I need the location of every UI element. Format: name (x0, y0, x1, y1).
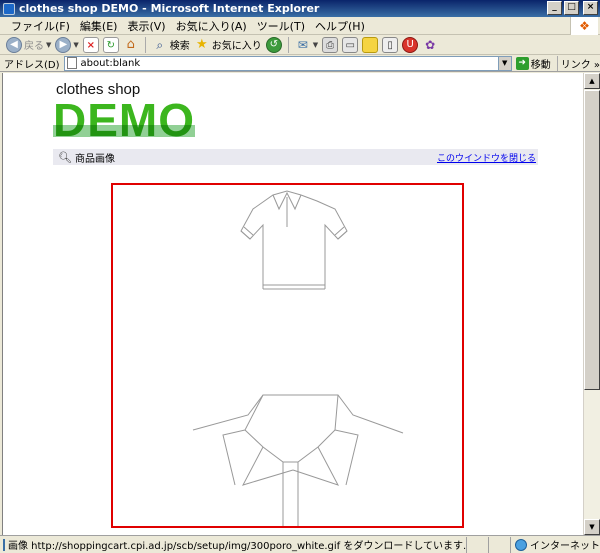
favorites-button[interactable]: ★ お気に入り (194, 36, 262, 54)
menu-tools[interactable]: ツール(T) (252, 18, 310, 34)
edit-button[interactable]: ▭ (342, 36, 359, 54)
standard-toolbar: ◀ 戻る ▼ ▶ ▼ × ↻ ⌂ ⌕ 検索 ★ お気に入り ↺ ✉ ▼ ⎙ ▭ … (0, 35, 600, 55)
phone-icon: ▯ (382, 36, 399, 53)
go-label: 移動 (530, 59, 551, 71)
discuss-button[interactable] (362, 36, 379, 54)
scroll-down-icon[interactable]: ▼ (584, 519, 600, 535)
logo-title: DEMO (53, 94, 195, 146)
menu-bar: ファイル(F) 編集(E) 表示(V) お気に入り(A) ツール(T) ヘルプ(… (0, 17, 600, 35)
favorites-label: お気に入り (211, 41, 262, 52)
forward-dropdown-icon[interactable]: ▼ (73, 41, 78, 49)
search-icon: ⌕ (156, 37, 164, 52)
close-button[interactable]: × (583, 1, 598, 15)
mail-icon: ✉ (297, 37, 308, 52)
status-bar: 画像 http://shoppingcart.cpi.ad.jp/scb/set… (0, 535, 600, 553)
history-button[interactable]: ↺ (265, 36, 282, 54)
window-controls: _ □ × (547, 1, 598, 15)
polo-shirt-image (192, 190, 404, 526)
research-button[interactable]: ✿ (422, 36, 438, 54)
product-image-bar: 🔍︎ 商品画像 このウインドウを閉じる (53, 149, 538, 165)
windows-logo-icon: ❖ (570, 17, 598, 35)
back-label: 戻る (24, 41, 44, 52)
minimize-button[interactable]: _ (547, 1, 562, 15)
product-image-label: 商品画像 (74, 153, 115, 165)
address-dropdown-icon[interactable]: ▼ (497, 56, 511, 70)
mail-dropdown-icon[interactable]: ▼ (313, 41, 318, 49)
history-icon: ↺ (265, 36, 282, 53)
menu-favorites[interactable]: お気に入り(A) (171, 18, 252, 34)
menu-view[interactable]: 表示(V) (122, 18, 170, 34)
edit-icon: ▭ (342, 36, 359, 53)
research-icon: ✿ (425, 37, 436, 52)
address-label: アドレス(D) (4, 59, 60, 71)
links-button[interactable]: リンク » (556, 55, 600, 71)
address-bar: アドレス(D) about:blank ▼ ➜ 移動 リンク » (0, 55, 600, 72)
close-window-link[interactable]: このウインドウを閉じる (437, 151, 536, 164)
page-viewport: clothes shop DEMO 🔍︎ 商品画像 このウインドウを閉じる (2, 73, 583, 535)
zone-label: インターネット (529, 541, 600, 552)
go-arrow-icon: ➜ (515, 56, 529, 70)
toolbar-separator (144, 36, 146, 53)
stop-icon: × (82, 36, 99, 53)
note-icon (362, 36, 379, 53)
toolbar-separator (287, 36, 289, 53)
messenger-button[interactable]: ▯ (382, 36, 399, 54)
refresh-button[interactable]: ↻ (102, 36, 119, 54)
print-button[interactable]: ⎙ (322, 36, 339, 54)
vertical-scrollbar[interactable]: ▲ ▼ (583, 73, 600, 535)
search-button[interactable]: ⌕ 検索 (152, 36, 190, 54)
forward-arrow-icon: ▶ (55, 36, 72, 53)
ie-icon (3, 2, 15, 15)
go-button[interactable]: ➜ 移動 (515, 56, 551, 71)
back-dropdown-icon[interactable]: ▼ (46, 41, 51, 49)
home-button[interactable]: ⌂ (123, 36, 139, 54)
printer-icon: ⎙ (322, 36, 339, 53)
scroll-up-icon[interactable]: ▲ (584, 73, 600, 89)
stop-button[interactable]: × (82, 36, 99, 54)
back-button[interactable]: ◀ 戻る ▼ (6, 36, 51, 54)
globe-icon (514, 538, 527, 551)
refresh-icon: ↻ (102, 36, 119, 53)
search-label: 検索 (169, 41, 190, 52)
window-title: clothes shop DEMO - Microsoft Internet E… (19, 2, 320, 15)
status-text: 画像 http://shoppingcart.cpi.ad.jp/scb/set… (8, 541, 468, 552)
addon-icon: U (402, 36, 419, 53)
home-icon: ⌂ (126, 36, 135, 52)
scroll-thumb[interactable] (584, 90, 600, 390)
address-input[interactable]: about:blank ▼ (63, 55, 512, 71)
menu-edit[interactable]: 編集(E) (75, 18, 123, 34)
back-arrow-icon: ◀ (6, 36, 22, 53)
star-icon: ★ (195, 36, 208, 52)
page-icon (66, 57, 77, 69)
forward-button[interactable]: ▶ ▼ (55, 36, 79, 54)
maximize-button[interactable]: □ (564, 1, 579, 15)
title-bar: clothes shop DEMO - Microsoft Internet E… (0, 0, 600, 17)
security-zone: インターネット (511, 537, 600, 552)
image-download-icon (3, 538, 5, 551)
product-image-frame (111, 183, 464, 528)
magnifier-icon: 🔍︎ (58, 150, 72, 164)
address-value[interactable]: about:blank (81, 58, 141, 69)
status-panel (489, 536, 511, 553)
status-message: 画像 http://shoppingcart.cpi.ad.jp/scb/set… (0, 536, 468, 553)
menu-file[interactable]: ファイル(F) (6, 18, 75, 34)
addon-button[interactable]: U (402, 36, 419, 54)
mail-button[interactable]: ✉ ▼ (295, 36, 318, 54)
menu-help[interactable]: ヘルプ(H) (310, 18, 370, 34)
status-panel (467, 536, 490, 553)
